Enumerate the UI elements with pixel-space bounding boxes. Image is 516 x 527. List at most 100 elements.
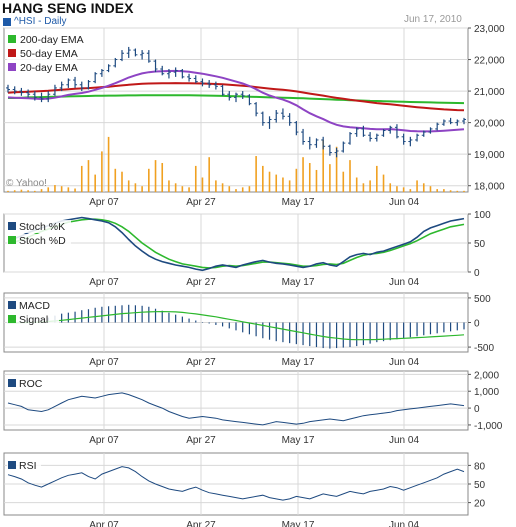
x-tick-label: Apr 07 — [89, 357, 119, 368]
y-tick-label: 18,000 — [474, 182, 505, 193]
x-tick-label: May 17 — [282, 357, 315, 368]
volume-bar — [7, 190, 9, 192]
x-tick-label: Jun 04 — [389, 435, 419, 446]
watermark-label: © Yahoo! — [6, 178, 47, 189]
x-tick-label: Apr 07 — [89, 277, 119, 288]
y-tick-label: 1,000 — [474, 387, 499, 398]
y-tick-label: 19,000 — [474, 150, 505, 161]
volume-bar — [60, 186, 63, 192]
panel-rsi — [3, 452, 471, 516]
volume-bar — [262, 165, 264, 192]
volume-bar — [429, 186, 432, 192]
volume-bar — [449, 190, 452, 192]
volume-bar — [376, 165, 378, 192]
y-tick-label: 500 — [474, 294, 491, 305]
x-tick-label: May 17 — [282, 435, 315, 446]
volume-bar — [382, 174, 385, 192]
x-tick-label: Apr 27 — [186, 197, 216, 208]
chart-canvas: 23,000 22,000 21,000 20,000 19,000 18,000 Apr … — [3, 24, 505, 527]
legend-swatch — [8, 379, 16, 387]
volume-bar — [114, 168, 117, 192]
legend-swatch — [8, 301, 16, 309]
volume-bar — [215, 180, 217, 192]
y-tick-label: 2,000 — [474, 370, 499, 381]
x-tick-label: May 17 — [282, 277, 315, 288]
volume-bar — [342, 171, 345, 192]
x-tick-label: Jun 04 — [389, 357, 419, 368]
y-tick-label: -1,000 — [474, 421, 503, 432]
legend-label: 20-day EMA — [20, 62, 78, 74]
volume-bar — [101, 151, 103, 192]
volume-bar — [34, 190, 36, 192]
volume-bar — [20, 189, 23, 192]
x-tick-label: May 17 — [282, 197, 315, 208]
legend-label: RSI — [19, 460, 37, 472]
x-tick-label: Apr 07 — [89, 435, 119, 446]
y-tick-label: 50 — [474, 480, 486, 491]
volume-bar — [308, 163, 311, 192]
volume-bar — [127, 180, 130, 192]
volume-bar — [87, 160, 90, 192]
volume-bar — [349, 160, 351, 192]
panel-stochastic — [3, 213, 471, 273]
legend-label: Stoch %D — [19, 235, 66, 247]
volume-bar — [208, 157, 210, 192]
x-tick-label: Apr 27 — [186, 277, 216, 288]
volume-bar — [443, 189, 445, 192]
volume-bar — [288, 180, 291, 192]
volume-bar — [107, 136, 110, 192]
volume-bar — [188, 187, 190, 192]
legend-swatch — [8, 315, 16, 323]
volume-bar — [302, 157, 304, 192]
volume-bar — [362, 183, 365, 192]
volume-bar — [121, 171, 123, 192]
volume-bar — [201, 177, 204, 192]
x-tick-label: Jun 04 — [389, 197, 419, 208]
volume-bar — [154, 160, 157, 192]
volume-bar — [329, 164, 331, 192]
volume-bar — [54, 185, 56, 192]
volume-bar — [221, 183, 224, 192]
y-tick-label: 22,000 — [474, 56, 505, 67]
volume-bar — [228, 186, 231, 192]
legend-label: 50-day EMA — [20, 48, 78, 60]
volume-bar — [67, 187, 70, 192]
x-tick-label: Apr 27 — [186, 520, 216, 527]
legend-label: MACD — [19, 300, 50, 312]
legend-swatch — [8, 35, 16, 43]
legend-label: Signal — [19, 314, 48, 326]
volume-bar — [422, 183, 425, 192]
volume-bar — [47, 187, 50, 192]
y-tick-label: 100 — [474, 210, 491, 221]
volume-bar — [295, 168, 298, 192]
legend-label: ROC — [19, 378, 43, 390]
volume-bar — [268, 171, 271, 192]
stoch-k-line — [7, 216, 465, 272]
legend-swatch — [8, 222, 16, 230]
volume-bar — [389, 183, 392, 192]
volume-bar — [148, 168, 150, 192]
volume-bar — [27, 190, 29, 192]
legend-swatch — [8, 461, 16, 469]
y-tick-label: 21,000 — [474, 87, 505, 98]
volume-bar — [80, 165, 83, 192]
y-tick-label: 20 — [474, 499, 486, 510]
y-tick-label: 0 — [474, 319, 480, 330]
volume-bar — [13, 190, 16, 192]
y-tick-label: 80 — [474, 461, 486, 472]
y-tick-label: -500 — [474, 343, 494, 354]
volume-bar — [235, 189, 237, 192]
volume-bar — [409, 189, 412, 192]
x-tick-label: Apr 27 — [186, 357, 216, 368]
y-tick-label: 20,000 — [474, 119, 505, 130]
volume-bar — [74, 188, 76, 192]
x-tick-label: Jun 04 — [389, 277, 419, 288]
roc-line — [7, 392, 465, 426]
volume-bar — [40, 189, 43, 192]
volume-bar — [275, 174, 278, 192]
volume-bar — [181, 186, 184, 192]
volume-bar — [248, 186, 251, 192]
legend-label: Stoch %K — [19, 221, 65, 233]
legend-swatch — [8, 236, 16, 244]
panel-macd — [3, 292, 471, 353]
